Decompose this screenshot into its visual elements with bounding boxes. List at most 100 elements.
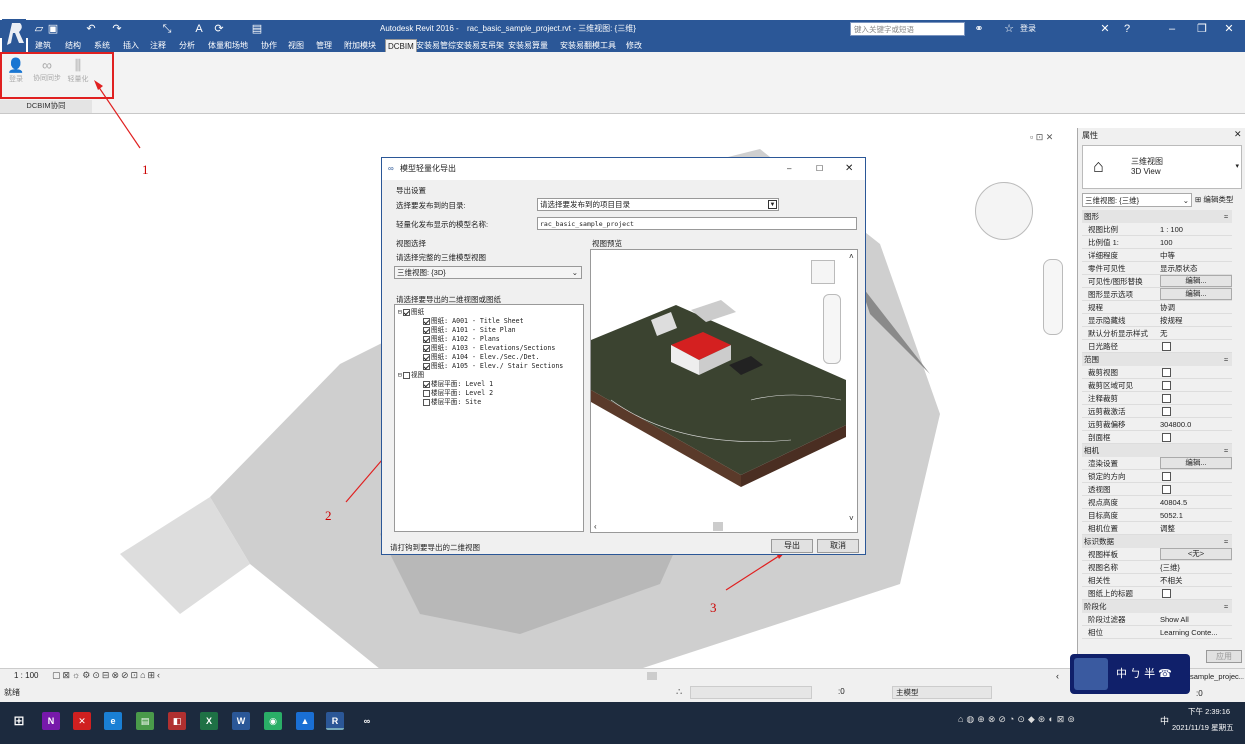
- checkbox[interactable]: [423, 326, 430, 334]
- excel-icon[interactable]: X: [200, 712, 218, 730]
- property-row[interactable]: 阶段过滤器 Show All: [1082, 613, 1232, 626]
- property-value[interactable]: 编辑...: [1160, 275, 1232, 287]
- property-row[interactable]: 视图比例 1 : 100: [1082, 223, 1232, 236]
- property-value[interactable]: Learning Conte...: [1160, 626, 1218, 639]
- collapse-group-icon[interactable]: ≈: [1224, 353, 1228, 366]
- property-value[interactable]: 40804.5: [1160, 496, 1187, 509]
- notepad-icon[interactable]: ▤: [136, 712, 154, 730]
- property-checkbox[interactable]: [1162, 381, 1171, 390]
- export-button[interactable]: 导出: [771, 539, 813, 553]
- property-value[interactable]: 5052.1: [1160, 509, 1183, 522]
- cancel-button[interactable]: 取消: [817, 539, 859, 553]
- tree-node-views[interactable]: ⊟ 视图: [398, 371, 424, 380]
- type-dropdown-icon[interactable]: ▾: [1235, 162, 1239, 170]
- design-option-field[interactable]: 主模型: [892, 686, 992, 699]
- workset-field[interactable]: [690, 686, 812, 699]
- collapse-group-icon[interactable]: ≈: [1224, 210, 1228, 223]
- tree-item-sheet[interactable]: 图纸: A103 - Elevations/Sections: [423, 344, 555, 353]
- view3d-select[interactable]: 三维视图: {3D} ⌄: [394, 266, 582, 279]
- collapse-icon[interactable]: ⊟: [398, 308, 402, 316]
- preview-navigation-bar[interactable]: [823, 294, 841, 364]
- tree-item-view[interactable]: 楼层平面: Site: [423, 398, 481, 407]
- property-checkbox[interactable]: [1162, 342, 1171, 351]
- checkbox[interactable]: [423, 389, 430, 397]
- directory-select[interactable]: 请选择要发布到的项目目录 ▼: [537, 198, 779, 211]
- collapse-group-icon[interactable]: ≈: [1224, 600, 1228, 613]
- property-row[interactable]: 注释裁剪: [1082, 392, 1232, 405]
- view-tab-scroll-thumb[interactable]: [647, 672, 657, 680]
- property-value[interactable]: <无>: [1160, 548, 1232, 560]
- dialog-close-icon[interactable]: ✕: [845, 158, 853, 180]
- ime-widget[interactable]: 中 ㄅ 半 ☎: [1070, 654, 1190, 694]
- xmind-icon[interactable]: ✕: [73, 712, 91, 730]
- preview-view-cube[interactable]: [811, 260, 835, 284]
- checkbox[interactable]: [402, 371, 410, 379]
- property-group-header[interactable]: 图形 ≈: [1082, 210, 1232, 223]
- property-group-header[interactable]: 范围 ≈: [1082, 353, 1232, 366]
- view-scale[interactable]: 1 : 100: [14, 671, 38, 680]
- property-checkbox[interactable]: [1162, 485, 1171, 494]
- collapse-group-icon[interactable]: ≈: [1224, 535, 1228, 548]
- collapse-icon[interactable]: ⊟: [398, 371, 402, 379]
- checkbox[interactable]: [423, 353, 430, 361]
- collab-taskbar-icon[interactable]: ∞: [358, 712, 376, 730]
- property-row[interactable]: 视图样板 <无>: [1082, 548, 1232, 561]
- filter-icon[interactable]: ‹: [1056, 671, 1059, 681]
- model-name-input[interactable]: rac_basic_sample_project: [537, 217, 857, 230]
- clock-date[interactable]: 2021/11/19 星期五: [1172, 722, 1234, 733]
- collapse-group-icon[interactable]: ≈: [1224, 444, 1228, 457]
- property-group-header[interactable]: 标识数据 ≈: [1082, 535, 1232, 548]
- property-value[interactable]: 无: [1160, 327, 1168, 340]
- property-row[interactable]: 透视图: [1082, 483, 1232, 496]
- tree-item-sheet[interactable]: 图纸: A102 - Plans: [423, 335, 500, 344]
- property-group-header[interactable]: 相机 ≈: [1082, 444, 1232, 457]
- dialog-minimize-icon[interactable]: –: [787, 158, 791, 180]
- property-row[interactable]: 远剪裁偏移 304800.0: [1082, 418, 1232, 431]
- property-row[interactable]: 默认分析显示样式 无: [1082, 327, 1232, 340]
- type-selector[interactable]: ⌂ 三维视图 3D View ▾: [1082, 145, 1242, 189]
- property-row[interactable]: 图纸上的标题: [1082, 587, 1232, 600]
- preview-scroll-down-icon[interactable]: ˅: [849, 514, 854, 523]
- property-checkbox[interactable]: [1162, 368, 1171, 377]
- checkbox[interactable]: [423, 335, 430, 343]
- property-row[interactable]: 视点高度 40804.5: [1082, 496, 1232, 509]
- property-value[interactable]: 中等: [1160, 249, 1175, 262]
- preview-scroll-up-icon[interactable]: ˄: [849, 252, 854, 261]
- property-value[interactable]: 按规程: [1160, 314, 1183, 327]
- property-row[interactable]: 详细程度 中等: [1082, 249, 1232, 262]
- property-value[interactable]: 1 : 100: [1160, 223, 1183, 236]
- property-value[interactable]: 协调: [1160, 301, 1175, 314]
- property-row[interactable]: 比例值 1: 100: [1082, 236, 1232, 249]
- property-row[interactable]: 锁定的方向: [1082, 470, 1232, 483]
- instance-selector[interactable]: 三维视图: {三维} ⌄: [1082, 193, 1192, 207]
- property-value[interactable]: 304800.0: [1160, 418, 1191, 431]
- edit-type-button[interactable]: ⊞ 编辑类型: [1195, 194, 1233, 205]
- dialog-maximize-icon[interactable]: ☐: [816, 158, 823, 180]
- preview-scroll-thumb[interactable]: [713, 522, 723, 531]
- property-row[interactable]: 相关性 不相关: [1082, 574, 1232, 587]
- property-value[interactable]: 100: [1160, 236, 1173, 249]
- property-row[interactable]: 规程 协调: [1082, 301, 1232, 314]
- tree-item-sheet[interactable]: 图纸: A101 - Site Plan: [423, 326, 516, 335]
- property-row[interactable]: 显示隐藏线 按规程: [1082, 314, 1232, 327]
- checkbox[interactable]: [423, 362, 430, 370]
- property-value[interactable]: 编辑...: [1160, 457, 1232, 469]
- tree-item-sheet[interactable]: 图纸: A001 - Title Sheet: [423, 317, 524, 326]
- checkbox[interactable]: [423, 380, 430, 388]
- wechat-icon[interactable]: ◉: [264, 712, 282, 730]
- property-row[interactable]: 可见性/图形替换 编辑...: [1082, 275, 1232, 288]
- workset-icon[interactable]: ⛬: [676, 686, 682, 697]
- property-row[interactable]: 日光路径: [1082, 340, 1232, 353]
- property-value[interactable]: 编辑...: [1160, 288, 1232, 300]
- dropdown-icon[interactable]: ▼: [768, 200, 777, 209]
- checkbox[interactable]: [423, 317, 430, 325]
- preview-scroll-left-icon[interactable]: ‹: [594, 522, 597, 531]
- tree-item-view[interactable]: 楼层平面: Level 2: [423, 389, 493, 398]
- property-value[interactable]: 不相关: [1160, 574, 1183, 587]
- property-row[interactable]: 剖面框: [1082, 431, 1232, 444]
- view-tree[interactable]: ⊟ 图纸 图纸: A001 - Title Sheet 图纸: A101 - Site…: [394, 304, 584, 532]
- word-icon[interactable]: W: [232, 712, 250, 730]
- apply-button[interactable]: 应用: [1206, 650, 1242, 663]
- checkbox[interactable]: [423, 344, 430, 352]
- app-icon[interactable]: ▲: [296, 712, 314, 730]
